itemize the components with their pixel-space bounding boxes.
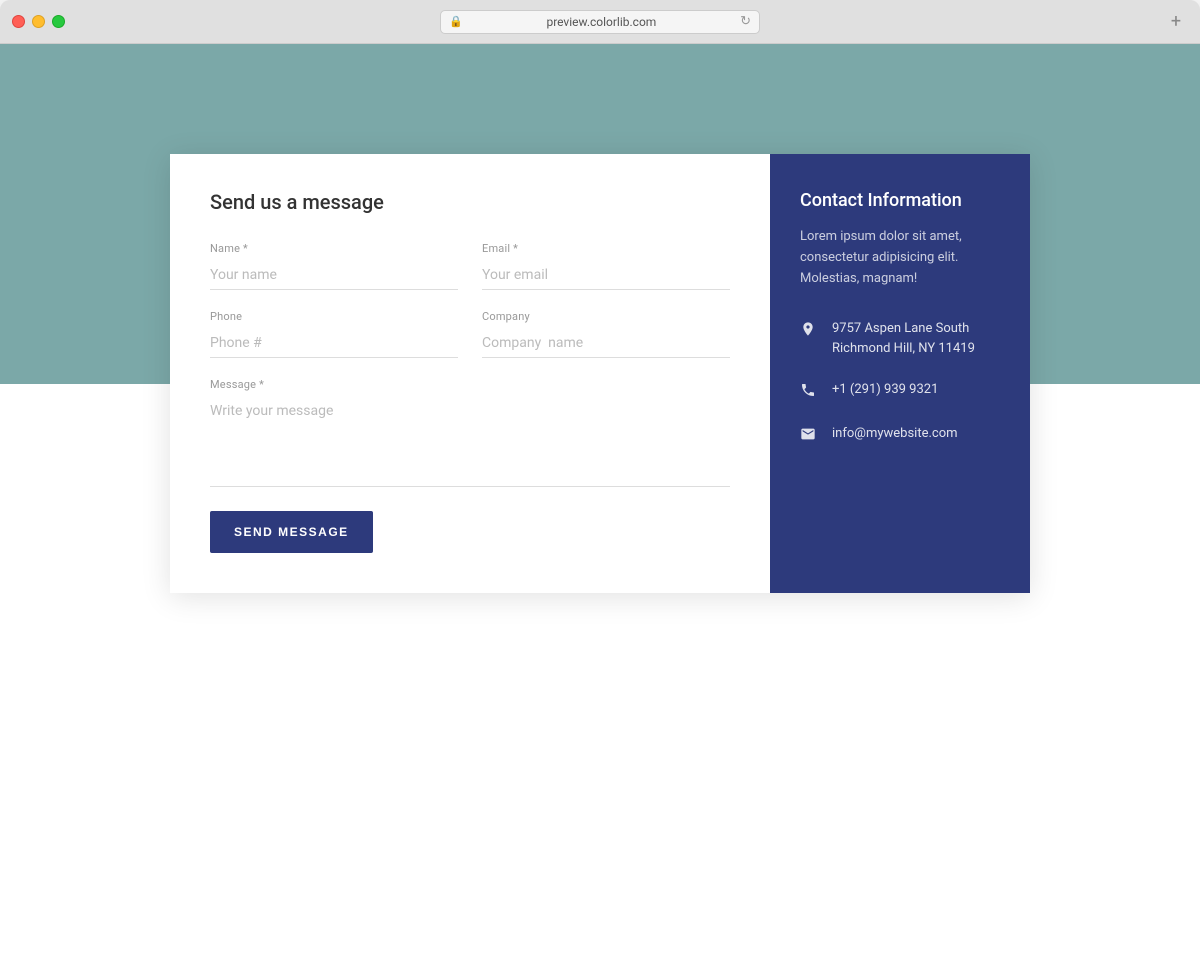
browser-content: Send us a message Name * Email * — [0, 44, 1200, 972]
maximize-button[interactable] — [52, 15, 65, 28]
phone-text: +1 (291) 939 9321 — [832, 380, 938, 400]
address-text: 9757 Aspen Lane South Richmond Hill, NY … — [832, 319, 1000, 358]
send-message-button[interactable]: SEND MESSAGE — [210, 511, 373, 553]
browser-window: 🔒 preview.colorlib.com ↻ + Send us a mes… — [0, 0, 1200, 972]
form-title: Send us a message — [210, 190, 730, 214]
phone-item: +1 (291) 939 9321 — [800, 380, 1000, 402]
address-item: 9757 Aspen Lane South Richmond Hill, NY … — [800, 319, 1000, 358]
company-group: Company — [482, 310, 730, 358]
name-email-row: Name * Email * — [210, 242, 730, 290]
phone-icon — [800, 382, 818, 402]
message-group: Message * — [210, 378, 730, 487]
name-group: Name * — [210, 242, 458, 290]
traffic-lights — [12, 15, 65, 28]
title-bar: 🔒 preview.colorlib.com ↻ + — [0, 0, 1200, 44]
email-icon — [800, 426, 818, 446]
contact-info-title: Contact Information — [800, 190, 1000, 211]
phone-input[interactable] — [210, 329, 458, 358]
form-section: Send us a message Name * Email * — [170, 154, 770, 593]
lock-icon: 🔒 — [449, 15, 463, 28]
name-label: Name * — [210, 242, 458, 255]
location-icon — [800, 321, 818, 341]
minimize-button[interactable] — [32, 15, 45, 28]
company-input[interactable] — [482, 329, 730, 358]
refresh-icon[interactable]: ↻ — [740, 14, 751, 29]
contact-info-section: Contact Information Lorem ipsum dolor si… — [770, 154, 1030, 593]
name-input[interactable] — [210, 261, 458, 290]
phone-label: Phone — [210, 310, 458, 323]
company-label: Company — [482, 310, 730, 323]
message-textarea[interactable] — [210, 397, 730, 487]
message-label: Message * — [210, 378, 730, 391]
email-label: Email * — [482, 242, 730, 255]
contact-info-description: Lorem ipsum dolor sit amet, consectetur … — [800, 227, 1000, 289]
url-text: preview.colorlib.com — [469, 15, 734, 29]
phone-company-row: Phone Company — [210, 310, 730, 358]
contact-card: Send us a message Name * Email * — [170, 154, 1030, 593]
email-address-text: info@mywebsite.com — [832, 424, 958, 444]
email-item: info@mywebsite.com — [800, 424, 1000, 446]
page-background: Send us a message Name * Email * — [0, 44, 1200, 972]
email-group: Email * — [482, 242, 730, 290]
phone-group: Phone — [210, 310, 458, 358]
new-tab-button[interactable]: + — [1164, 10, 1188, 34]
url-bar[interactable]: 🔒 preview.colorlib.com ↻ — [440, 10, 760, 34]
close-button[interactable] — [12, 15, 25, 28]
email-input[interactable] — [482, 261, 730, 290]
